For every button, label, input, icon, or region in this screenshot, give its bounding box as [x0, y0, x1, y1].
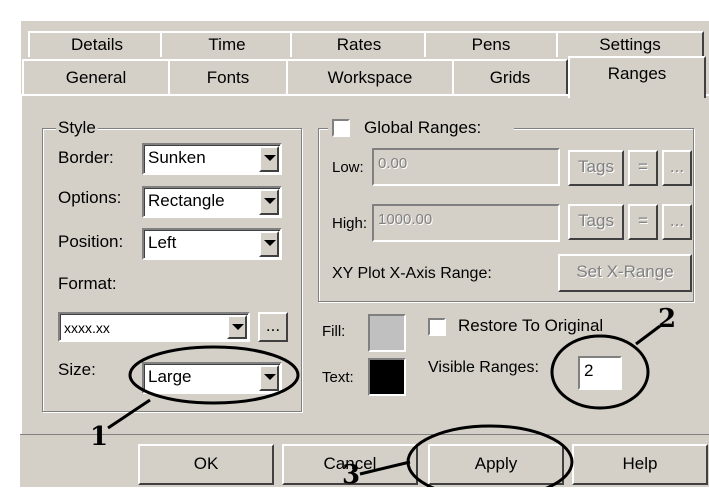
low-more-label: ...	[669, 157, 685, 176]
tab-time[interactable]: Time	[160, 31, 294, 57]
callout-number-2: 2	[658, 304, 677, 334]
tab-settings[interactable]: Settings	[556, 31, 704, 57]
tab-label: Pens	[471, 35, 511, 54]
options-value: Rectangle	[148, 191, 225, 210]
chevron-down-icon[interactable]	[259, 146, 279, 172]
low-equals-button[interactable]: =	[628, 150, 658, 186]
tab-pens[interactable]: Pens	[424, 31, 558, 57]
apply-button[interactable]: Apply	[428, 444, 564, 485]
callout-number-1: 1	[90, 422, 109, 452]
help-label: Help	[622, 454, 658, 473]
restore-label: Restore To Original	[458, 316, 604, 335]
position-label: Position:	[58, 232, 124, 251]
options-label: Options:	[58, 188, 122, 207]
text-label: Text:	[322, 369, 354, 386]
tab-details[interactable]: Details	[28, 31, 166, 57]
format-select[interactable]: xxxx.xx	[58, 312, 250, 342]
position-value: Left	[148, 233, 177, 252]
tab-grids[interactable]: Grids	[452, 59, 568, 94]
tab-workspace[interactable]: Workspace	[286, 59, 454, 94]
global-ranges-checkbox[interactable]	[332, 119, 350, 137]
size-label: Size:	[58, 360, 96, 379]
fill-color-swatch[interactable]	[368, 314, 406, 352]
border-value: Sunken	[148, 148, 206, 167]
ok-button[interactable]: OK	[138, 444, 274, 485]
restore-checkbox[interactable]	[428, 318, 446, 336]
low-tags-label: Tags	[578, 157, 614, 176]
high-more-button[interactable]: ...	[662, 204, 692, 240]
chevron-down-icon[interactable]	[259, 189, 279, 215]
low-value: 0.00	[378, 155, 408, 172]
global-ranges-title: Global Ranges:	[364, 118, 482, 137]
tab-label: Settings	[599, 35, 661, 54]
set-x-range-label: Set X-Range	[576, 262, 674, 281]
low-equals-label: =	[638, 157, 648, 176]
help-button[interactable]: Help	[572, 444, 708, 485]
tab-fonts[interactable]: Fonts	[168, 59, 288, 94]
size-value: Large	[148, 367, 192, 386]
chevron-down-icon[interactable]	[259, 231, 279, 257]
high-tags-button[interactable]: Tags	[568, 204, 624, 240]
options-select[interactable]: Rectangle	[142, 186, 282, 218]
high-equals-label: =	[638, 211, 648, 230]
format-browse-button[interactable]: ...	[258, 312, 288, 342]
high-input[interactable]: 1000.00	[372, 204, 560, 242]
border-label: Border:	[58, 148, 114, 167]
border-select[interactable]: Sunken	[142, 143, 282, 175]
callout-number-3: 3	[342, 460, 361, 490]
high-value: 1000.00	[378, 211, 433, 228]
high-more-label: ...	[669, 211, 685, 230]
tab-rates[interactable]: Rates	[290, 31, 428, 57]
high-tags-label: Tags	[578, 211, 614, 230]
format-value: xxxx.xx	[64, 320, 110, 336]
low-tags-button[interactable]: Tags	[568, 150, 624, 186]
tab-label: Fonts	[206, 68, 250, 87]
visible-ranges-input[interactable]: 2	[578, 356, 622, 390]
format-label: Format:	[58, 274, 117, 293]
tab-label: Grids	[489, 68, 531, 87]
screenshot: Details Time Rates Pens Settings General…	[0, 0, 709, 490]
text-color-swatch[interactable]	[368, 358, 406, 396]
tab-label: Details	[71, 35, 123, 54]
tab-label: Workspace	[327, 68, 413, 87]
tab-label: Rates	[336, 35, 382, 54]
tab-label: General	[65, 68, 127, 87]
position-select[interactable]: Left	[142, 228, 282, 260]
visible-ranges-value: 2	[584, 361, 594, 380]
chevron-down-icon[interactable]	[227, 315, 247, 339]
chevron-down-icon[interactable]	[259, 365, 279, 391]
xy-plot-label: XY Plot X-Axis Range:	[332, 265, 492, 282]
visible-ranges-label: Visible Ranges:	[428, 359, 539, 376]
low-more-button[interactable]: ...	[662, 150, 692, 186]
format-browse-label: ...	[265, 316, 281, 335]
tab-general[interactable]: General	[22, 59, 170, 94]
size-select[interactable]: Large	[142, 362, 282, 394]
tab-ranges[interactable]: Ranges	[568, 56, 706, 98]
low-label: Low:	[332, 159, 364, 176]
style-group-title: Style	[56, 118, 98, 137]
fill-label: Fill:	[322, 323, 346, 340]
tab-label: Ranges	[607, 64, 667, 83]
low-input[interactable]: 0.00	[372, 148, 560, 186]
high-label: High:	[332, 215, 368, 232]
ok-label: OK	[193, 454, 219, 473]
high-equals-button[interactable]: =	[628, 204, 658, 240]
tab-label: Time	[208, 35, 246, 54]
set-x-range-button[interactable]: Set X-Range	[558, 254, 692, 292]
apply-label: Apply	[474, 454, 518, 473]
